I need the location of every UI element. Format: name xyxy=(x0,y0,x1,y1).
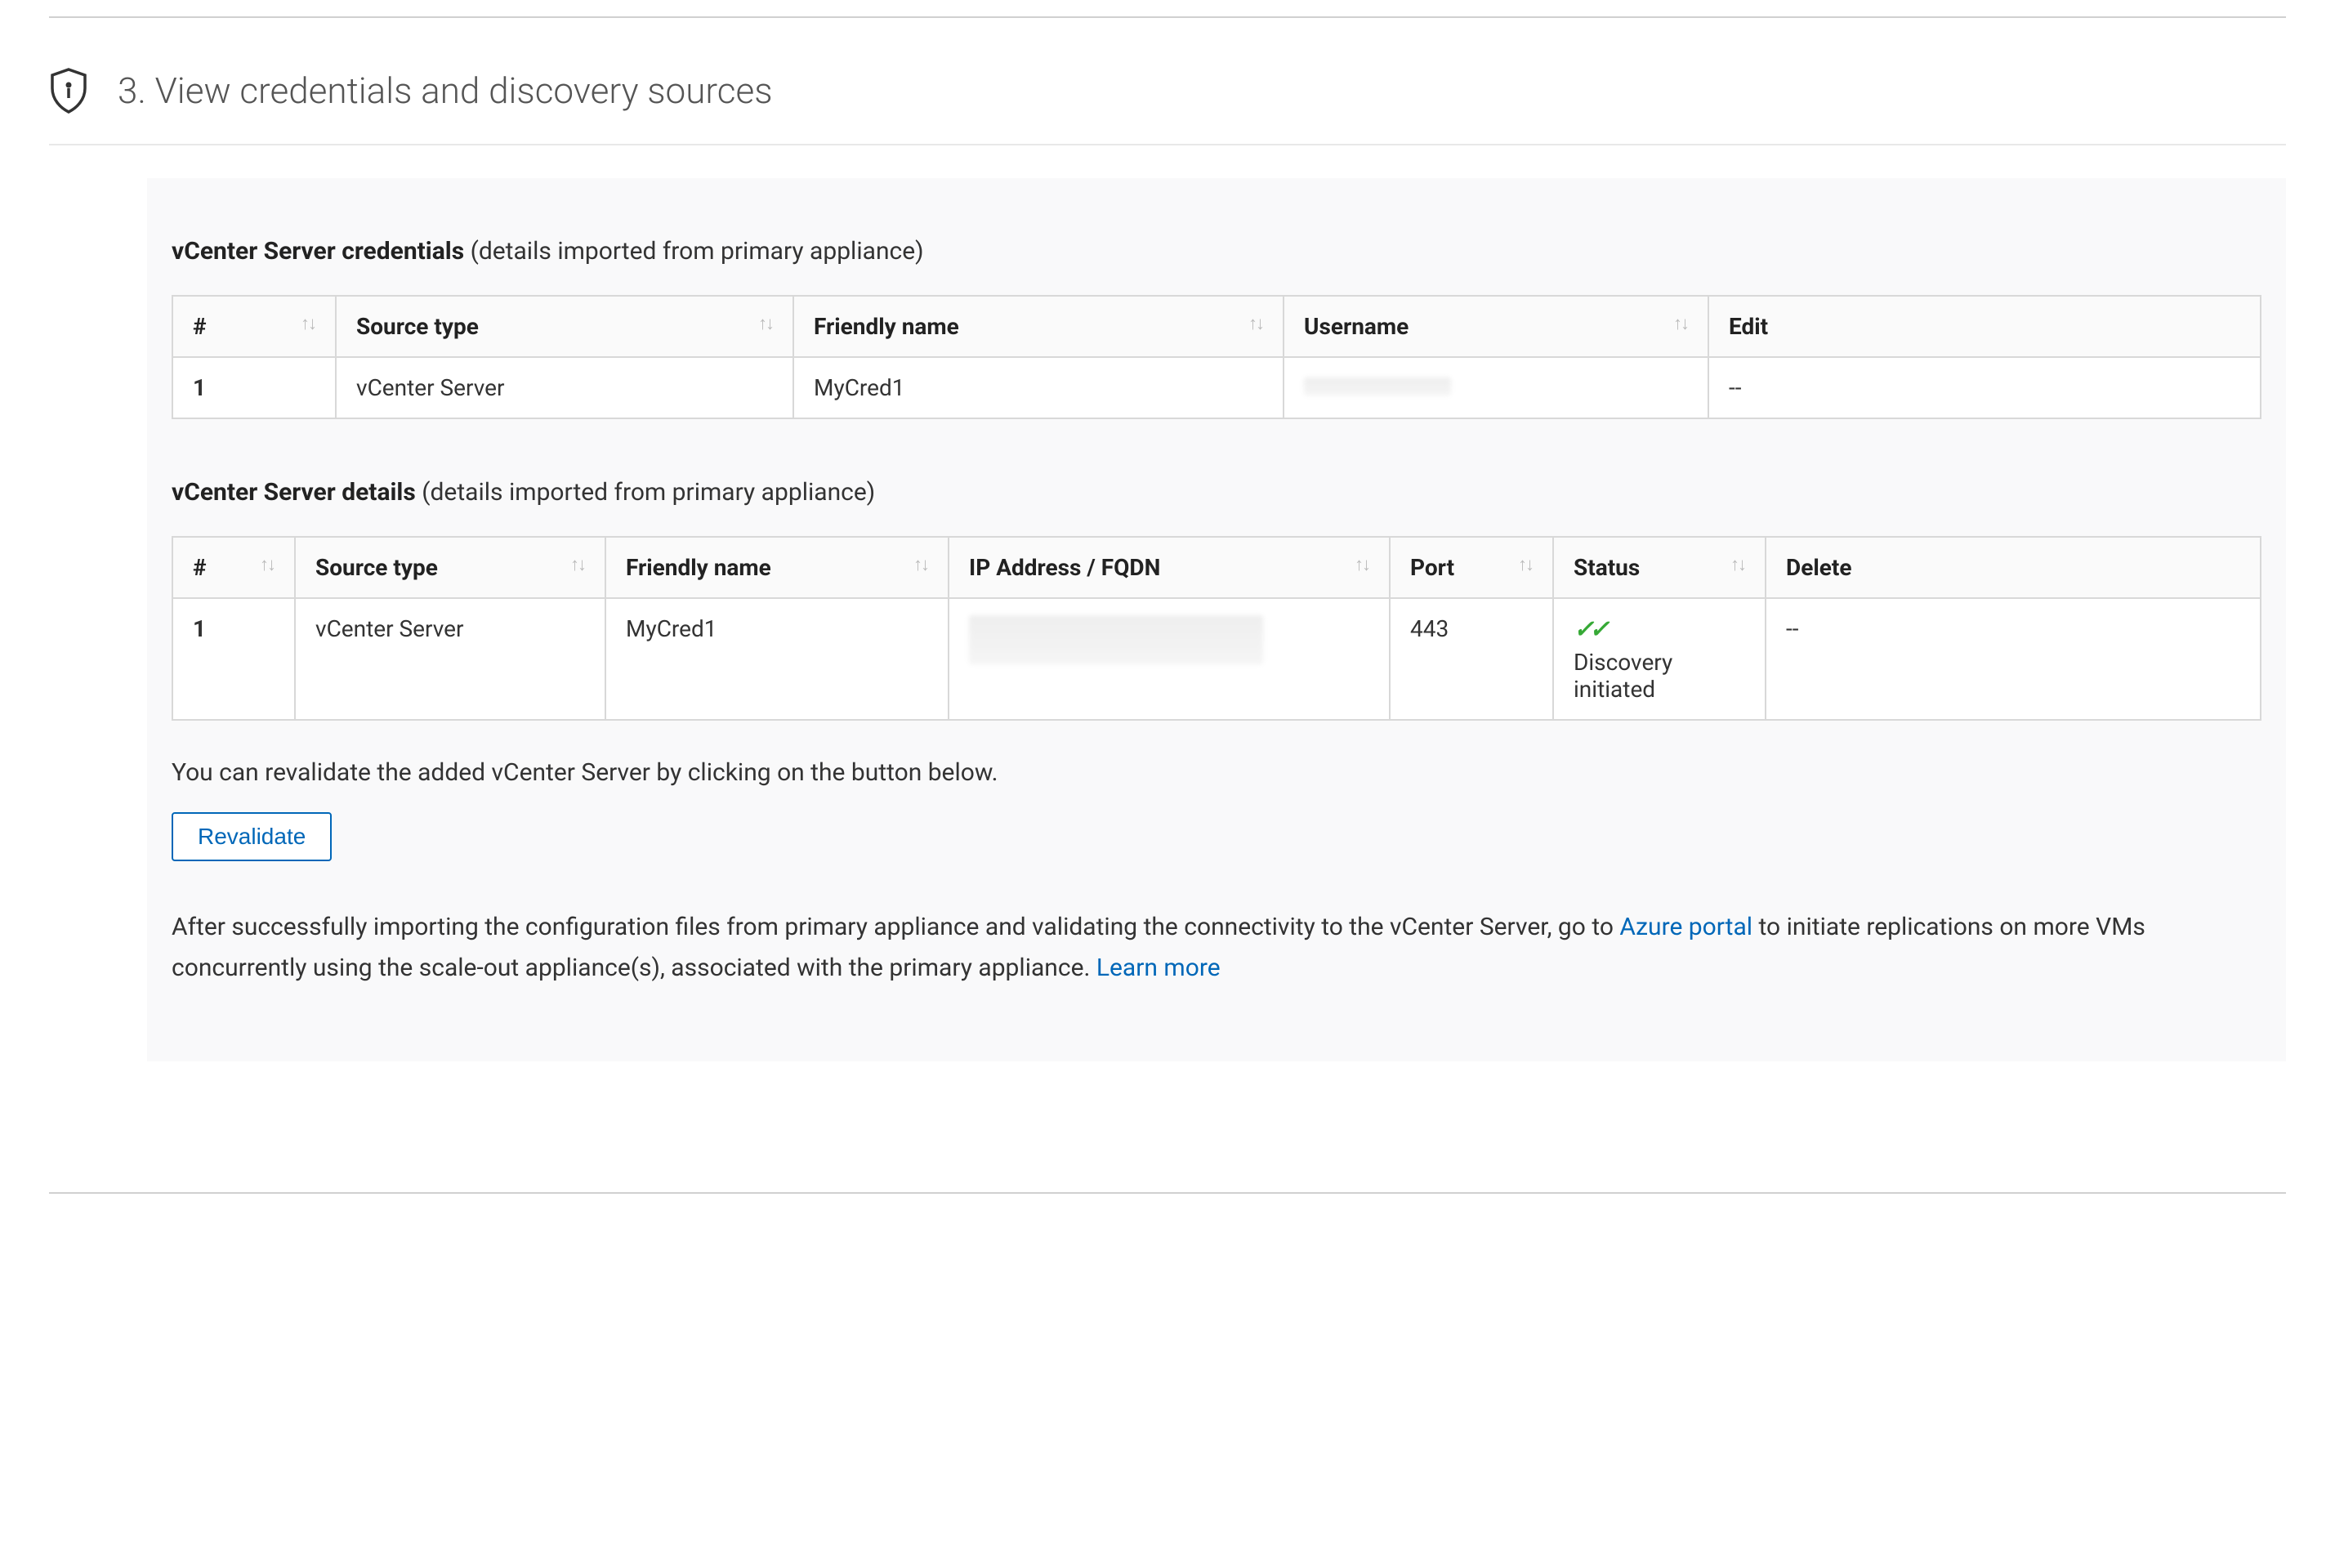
col-friendly-name[interactable]: Friendly name ↑↓ xyxy=(793,296,1284,357)
revalidate-help: You can revalidate the added vCenter Ser… xyxy=(172,753,2261,793)
col-status[interactable]: Status ↑↓ xyxy=(1553,537,1766,598)
azure-portal-link[interactable]: Azure portal xyxy=(1619,913,1752,941)
sort-icon: ↑↓ xyxy=(1248,313,1263,334)
sort-icon: ↑↓ xyxy=(1730,554,1745,575)
cell-delete: -- xyxy=(1766,598,2261,720)
table-row: 1 vCenter Server MyCred1 443 ✓✓ Discover… xyxy=(172,598,2261,720)
col-username[interactable]: Username ↑↓ xyxy=(1284,296,1708,357)
cell-friendly-name: MyCred1 xyxy=(793,357,1284,418)
cell-ip-fqdn xyxy=(949,598,1390,720)
table-row: 1 vCenter Server MyCred1 -- xyxy=(172,357,2261,418)
cell-friendly-name: MyCred1 xyxy=(605,598,949,720)
col-num-label: # xyxy=(193,554,207,581)
section-title: 3. View credentials and discovery source… xyxy=(118,69,773,112)
col-port-label: Port xyxy=(1410,554,1454,581)
footer-note-pre: After successfully importing the configu… xyxy=(172,913,1619,941)
section-header: 3. View credentials and discovery source… xyxy=(49,18,2286,145)
sort-icon: ↑↓ xyxy=(301,313,315,334)
table-header-row: # ↑↓ Source type ↑↓ Friendly name ↑↓ Userna… xyxy=(172,296,2261,357)
col-num[interactable]: # ↑↓ xyxy=(172,296,336,357)
redacted-icon xyxy=(969,615,1263,664)
credentials-table: # ↑↓ Source type ↑↓ Friendly name ↑↓ Userna… xyxy=(172,295,2261,419)
sort-icon: ↑↓ xyxy=(1355,554,1369,575)
col-source-type[interactable]: Source type ↑↓ xyxy=(295,537,605,598)
col-ip-fqdn-label: IP Address / FQDN xyxy=(969,554,1160,581)
col-source-type[interactable]: Source type ↑↓ xyxy=(336,296,793,357)
col-source-type-label: Source type xyxy=(315,554,438,581)
redacted-icon xyxy=(1304,377,1451,395)
credentials-heading: vCenter Server credentials (details impo… xyxy=(172,237,2261,266)
col-delete: Delete xyxy=(1766,537,2261,598)
col-port[interactable]: Port ↑↓ xyxy=(1390,537,1553,598)
cell-port: 443 xyxy=(1390,598,1553,720)
sort-icon: ↑↓ xyxy=(758,313,773,334)
col-edit: Edit xyxy=(1708,296,2261,357)
details-heading-rest: (details imported from primary appliance… xyxy=(416,478,875,507)
col-edit-label: Edit xyxy=(1729,313,1768,340)
col-num[interactable]: # ↑↓ xyxy=(172,537,295,598)
credentials-heading-bold: vCenter Server credentials xyxy=(172,237,464,266)
details-heading: vCenter Server details (details imported… xyxy=(172,478,2261,507)
cell-status: ✓✓ Discovery initiated xyxy=(1553,598,1766,720)
col-num-label: # xyxy=(193,313,207,340)
status-text: Discovery initiated xyxy=(1574,649,1745,703)
cell-num: 1 xyxy=(172,357,336,418)
col-friendly-name-label: Friendly name xyxy=(814,313,959,340)
table-header-row: # ↑↓ Source type ↑↓ Friendly name ↑↓ IP Add… xyxy=(172,537,2261,598)
col-friendly-name-label: Friendly name xyxy=(626,554,771,581)
details-table: # ↑↓ Source type ↑↓ Friendly name ↑↓ IP Add… xyxy=(172,536,2261,721)
cell-username xyxy=(1284,357,1708,418)
sort-icon: ↑↓ xyxy=(1673,313,1688,334)
sort-icon: ↑↓ xyxy=(260,554,275,575)
cell-num: 1 xyxy=(172,598,295,720)
sort-icon: ↑↓ xyxy=(570,554,585,575)
cell-edit: -- xyxy=(1708,357,2261,418)
divider-bottom xyxy=(49,1192,2286,1194)
footer-note: After successfully importing the configu… xyxy=(172,907,2261,988)
cell-source-type: vCenter Server xyxy=(336,357,793,418)
col-friendly-name[interactable]: Friendly name ↑↓ xyxy=(605,537,949,598)
revalidate-button[interactable]: Revalidate xyxy=(172,812,332,861)
sort-icon: ↑↓ xyxy=(913,554,928,575)
double-check-icon: ✓✓ xyxy=(1574,615,1605,644)
col-source-type-label: Source type xyxy=(356,313,479,340)
shield-icon xyxy=(49,67,88,114)
learn-more-link[interactable]: Learn more xyxy=(1096,954,1221,982)
details-heading-bold: vCenter Server details xyxy=(172,478,416,507)
col-status-label: Status xyxy=(1574,554,1640,581)
col-delete-label: Delete xyxy=(1786,554,1851,581)
sort-icon: ↑↓ xyxy=(1518,554,1533,575)
credentials-panel: vCenter Server credentials (details impo… xyxy=(147,178,2286,1061)
col-ip-fqdn[interactable]: IP Address / FQDN ↑↓ xyxy=(949,537,1390,598)
col-username-label: Username xyxy=(1304,313,1409,340)
cell-source-type: vCenter Server xyxy=(295,598,605,720)
credentials-heading-rest: (details imported from primary appliance… xyxy=(464,237,923,266)
